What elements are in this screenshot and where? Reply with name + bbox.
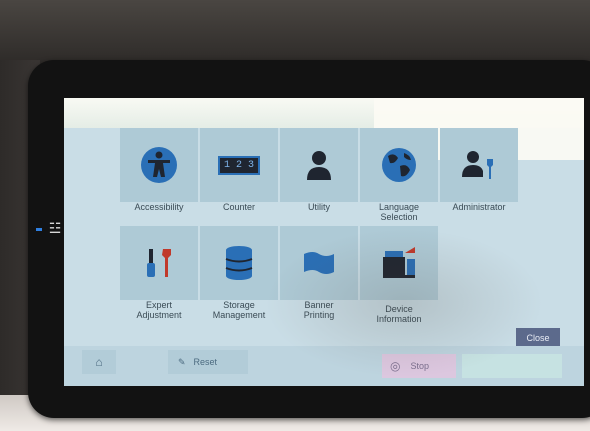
close-button[interactable]: Close [516,328,560,348]
device-information-tile[interactable] [360,226,438,300]
reset-label: Reset [193,357,218,367]
stop-button[interactable]: ◎ Stop [382,354,456,378]
start-icon: ◎ [476,360,484,371]
accessibility-icon [120,128,198,202]
storage-icon [200,226,278,300]
tools-icon [120,226,198,300]
pencil-icon: ✎ [178,356,186,367]
stop-icon: ◎ [390,359,401,373]
start-label: Start [493,361,513,371]
counter-icon: 1 2 3 [200,128,278,202]
administrator-label: Administrator [452,202,506,212]
stop-label: Stop [410,361,429,371]
language-selection-tile[interactable] [360,128,438,202]
side-key-icon[interactable]: ☳ [44,220,66,238]
device-information-label: Device Information [376,304,422,324]
device-info-icon [360,226,438,300]
touch-screen: Accessibility 1 2 3 Counter Utility Lang… [64,98,584,386]
home-button[interactable]: ⌂ [82,350,116,374]
accessibility-tile[interactable] [120,128,198,202]
utility-tile[interactable] [280,128,358,202]
storage-management-tile[interactable] [200,226,278,300]
administrator-tile[interactable] [440,128,518,202]
administrator-icon [440,128,518,202]
person-icon [280,128,358,202]
expert-adjustment-tile[interactable] [120,226,198,300]
counter-digits: 1 2 3 [218,155,260,175]
home-icon: ⌂ [95,355,103,369]
counter-tile[interactable]: 1 2 3 [200,128,278,202]
reset-button[interactable]: ✎ Reset [168,350,248,374]
banner-printing-tile[interactable] [280,226,358,300]
start-button[interactable]: ◎ Start [462,354,562,378]
banner-icon [280,226,358,300]
globe-icon [360,128,438,202]
indicator-light [36,228,42,231]
